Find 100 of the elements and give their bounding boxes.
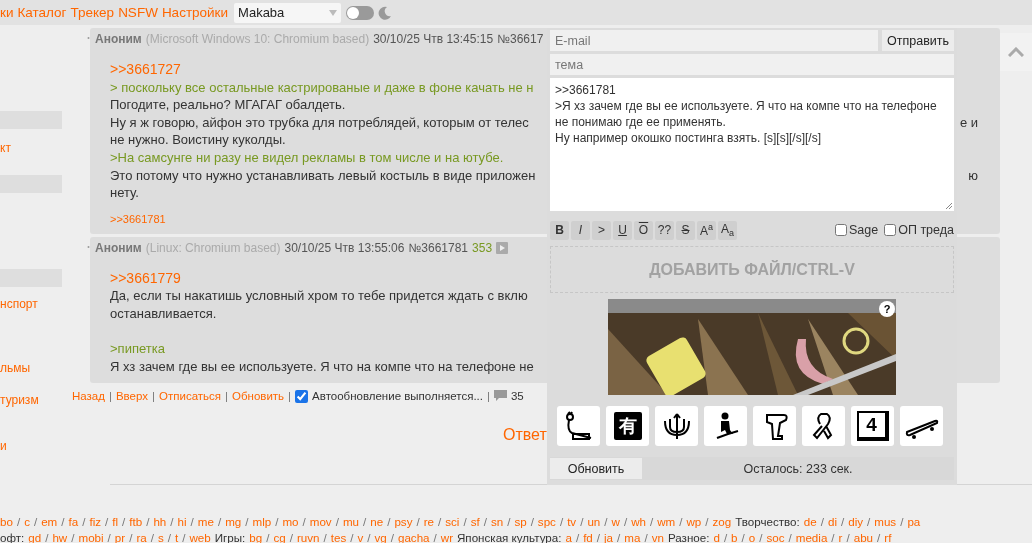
board-link[interactable]: sci [445, 514, 460, 530]
nav-link[interactable]: Трекер [70, 5, 115, 20]
board-link[interactable]: w [611, 514, 620, 530]
theme-toggle[interactable] [346, 5, 375, 20]
board-link[interactable]: media [795, 530, 828, 543]
submit-button[interactable]: Отправить [882, 30, 954, 51]
file-drop-zone[interactable]: ДОБАВИТЬ ФАЙЛ/CTRL-V [550, 246, 954, 293]
reply-link[interactable]: >>3661781 [110, 212, 166, 225]
format-button[interactable]: S [676, 220, 695, 240]
board-link[interactable]: psy [394, 514, 413, 530]
board-link[interactable]: ftb [129, 514, 143, 530]
board-link[interactable]: sf [470, 514, 480, 530]
reply-link[interactable]: Ответ [503, 426, 547, 445]
board-link[interactable]: mlp [252, 514, 272, 530]
board-link[interactable]: mov [309, 514, 332, 530]
option-checkbox[interactable] [835, 224, 847, 236]
nav-link[interactable]: Каталог [17, 5, 67, 20]
board-link[interactable]: hi [177, 514, 187, 530]
reply-link[interactable]: >>3661779 [110, 269, 181, 288]
sidebar-link[interactable]: и [0, 439, 62, 453]
board-link[interactable]: ra [136, 530, 147, 543]
format-button[interactable]: I [571, 220, 590, 240]
board-link[interactable]: tv [567, 514, 577, 530]
board-link[interactable]: sn [490, 514, 504, 530]
format-button[interactable]: > [592, 220, 611, 240]
nav-link[interactable]: ки [0, 5, 14, 20]
board-link[interactable]: mus [874, 514, 897, 530]
captcha-choice[interactable] [655, 406, 698, 446]
board-link[interactable]: wr [440, 530, 453, 543]
captcha-choice[interactable] [704, 406, 747, 446]
captcha-choice[interactable] [802, 406, 845, 446]
captcha-choice[interactable] [900, 406, 943, 446]
board-link[interactable]: web [189, 530, 211, 543]
email-field[interactable]: E-mail [550, 30, 878, 51]
format-button[interactable]: A$_{a}$ [718, 220, 737, 240]
board-link[interactable]: a [565, 530, 572, 543]
board-link[interactable]: diy [848, 514, 864, 530]
post-number[interactable]: №36617 [497, 32, 544, 46]
board-link[interactable]: vn [651, 530, 664, 543]
board-link[interactable]: r [838, 530, 843, 543]
board-link[interactable]: soc [766, 530, 785, 543]
format-button[interactable]: A$^{a}$ [697, 220, 716, 240]
board-link[interactable]: ma [624, 530, 641, 543]
board-link[interactable]: zog [712, 514, 732, 530]
format-button[interactable]: O [634, 220, 653, 240]
board-link[interactable]: fl [112, 514, 119, 530]
nav-link[interactable]: Настройки [161, 5, 229, 20]
format-button[interactable]: ?? [655, 220, 674, 240]
captcha-choice[interactable]: 4 [851, 406, 894, 446]
board-link[interactable]: ne [370, 514, 384, 530]
thread-link[interactable]: Назад [72, 390, 105, 403]
board-link[interactable]: t [174, 530, 179, 543]
option-checkbox[interactable] [884, 224, 897, 236]
autoupdate-checkbox[interactable] [295, 389, 309, 403]
sidebar-link[interactable]: туризм [0, 393, 62, 407]
board-link[interactable]: de [803, 514, 817, 530]
board-link[interactable]: re [423, 514, 434, 530]
board-link[interactable]: wm [657, 514, 676, 530]
style-select[interactable]: Makaba [234, 2, 342, 23]
board-link[interactable]: d [713, 530, 720, 543]
board-link[interactable]: c [24, 514, 30, 530]
sidebar-link[interactable]: льмы [0, 361, 62, 375]
board-link[interactable]: rf [884, 530, 892, 543]
board-link[interactable]: di [827, 514, 837, 530]
board-link[interactable]: bo [0, 514, 13, 530]
board-link[interactable]: wp [686, 514, 702, 530]
board-link[interactable]: fd [583, 530, 593, 543]
board-link[interactable]: em [41, 514, 58, 530]
board-link[interactable]: me [197, 514, 214, 530]
board-link[interactable]: mo [282, 514, 299, 530]
board-link[interactable]: un [587, 514, 601, 530]
captcha-choice[interactable] [557, 406, 600, 446]
board-link[interactable]: mu [342, 514, 359, 530]
board-link[interactable]: hh [153, 514, 167, 530]
subject-field[interactable]: тема [550, 54, 954, 75]
board-link[interactable]: mg [225, 514, 242, 530]
captcha-choice[interactable]: 有 [606, 406, 649, 446]
board-link[interactable]: o [748, 530, 756, 543]
board-link[interactable]: fiz [89, 514, 101, 530]
captcha-choice[interactable] [753, 406, 796, 446]
thread-link[interactable]: Отписаться [159, 390, 222, 403]
sidebar-link[interactable]: кт [0, 141, 62, 155]
board-link[interactable]: wh [631, 514, 646, 530]
board-link[interactable]: mobi [78, 530, 104, 543]
format-button[interactable]: B [550, 220, 569, 240]
board-link[interactable]: pa [907, 514, 921, 530]
nav-link[interactable]: NSFW [118, 5, 158, 20]
board-link[interactable]: b [731, 530, 738, 543]
board-link[interactable]: s [157, 530, 164, 543]
board-link[interactable]: abu [853, 530, 874, 543]
board-link[interactable]: v [357, 530, 364, 543]
board-link[interactable]: ruvn [296, 530, 320, 543]
message-field[interactable]: >>3661781 >Я хз зачем где вы ее используете. Я что на компе что на телефоне не понимаю где ее применять. Ну например окошко постинга взять. [s][s][/s][/s] [550, 78, 954, 211]
board-link[interactable]: spc [537, 514, 556, 530]
format-button[interactable]: U [613, 220, 632, 240]
reply-link[interactable]: >>3661727 [110, 61, 181, 79]
board-link[interactable]: hw [52, 530, 68, 543]
refresh-button[interactable]: Обновить [550, 458, 642, 479]
thread-link[interactable]: Вверх [115, 390, 149, 403]
board-link[interactable]: sp [514, 514, 527, 530]
